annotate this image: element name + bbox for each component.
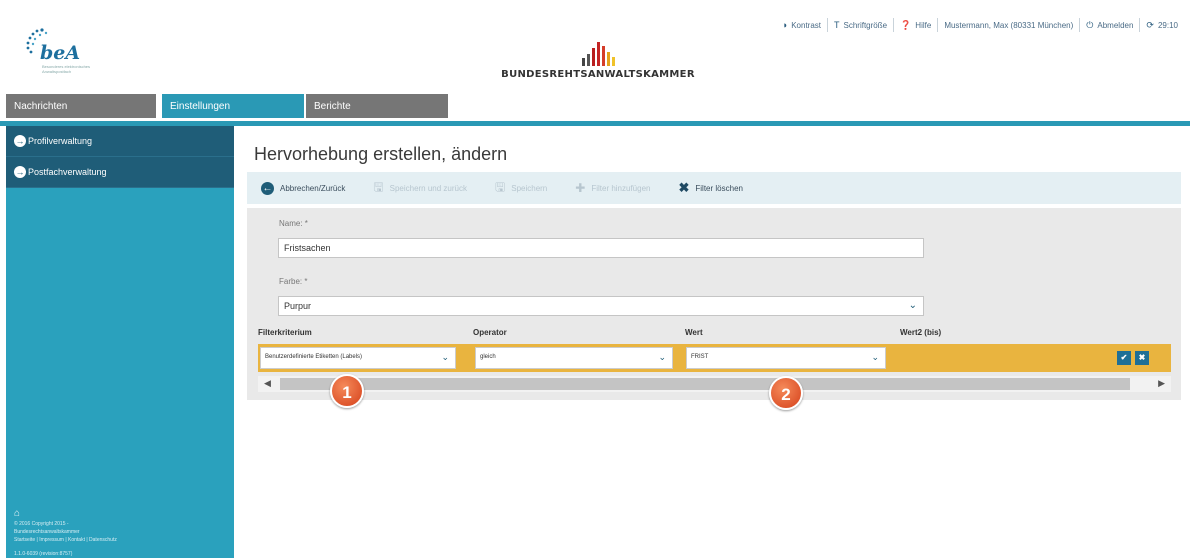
sidebar: → Profilverwaltung → Postfachverwaltung …	[6, 126, 234, 558]
user-info[interactable]: Mustermann, Max (80331 München)	[937, 18, 1079, 32]
scroll-left-icon[interactable]: ◀	[264, 378, 271, 389]
color-select[interactable]: Purpur ⌄	[278, 296, 924, 316]
name-label: Name: *	[279, 219, 308, 228]
sidebar-item-profilverwaltung[interactable]: → Profilverwaltung	[6, 126, 234, 157]
criterion-select-value: Benutzerdefinierte Etiketten (Labels)	[265, 354, 363, 360]
operator-select[interactable]: gleich ⌄	[475, 347, 673, 369]
arrow-right-circle-icon: →	[14, 135, 26, 147]
arrow-left-circle-icon: ←	[261, 181, 274, 195]
bea-logo-tagline: Besonderes elektronisches Anwaltspostfac…	[42, 64, 91, 74]
plus-icon: ✚	[575, 181, 586, 195]
font-size-label: Schriftgröße	[843, 20, 888, 30]
add-filter-label: Filter hinzufügen	[591, 183, 651, 193]
help-link[interactable]: ❓ Hilfe	[893, 18, 937, 32]
footer-org: Bundesrechtsanwaltskammer	[14, 529, 80, 535]
scrollbar-thumb[interactable]	[280, 378, 1130, 390]
delete-filter-button[interactable]: ✖ Filter löschen	[664, 180, 756, 196]
back-button[interactable]: ← Abbrechen/Zurück	[247, 181, 359, 195]
operator-select-value: gleich	[480, 354, 496, 360]
brak-eagle-icon: ⌂	[14, 508, 21, 519]
toolbar: ← Abbrechen/Zurück 🖫 Speichern und zurüc…	[247, 172, 1181, 204]
sidebar-item-label: Postfachverwaltung	[28, 167, 107, 177]
remove-filter-row-button[interactable]: ✖	[1135, 351, 1149, 365]
arrow-right-circle-icon: →	[14, 166, 26, 178]
session-timer[interactable]: ⟳ 29:10	[1139, 18, 1184, 32]
sidebar-item-postfachverwaltung[interactable]: → Postfachverwaltung	[6, 157, 234, 188]
column-header-operator: Operator	[473, 328, 507, 337]
bea-logo[interactable]: beA Besonderes elektronisches Anwaltspos…	[20, 26, 110, 74]
footer-version: 1.1.0-6039 (revision:8757)	[14, 551, 73, 557]
tab-nachrichten[interactable]: Nachrichten	[6, 94, 156, 118]
color-select-value: Purpur	[284, 301, 312, 311]
save-and-back-button[interactable]: 🖫 Speichern und zurück	[359, 178, 481, 199]
back-label: Abbrechen/Zurück	[280, 183, 346, 193]
save-and-back-label: Speichern und zurück	[389, 183, 467, 193]
callout-marker-2: 2	[769, 376, 803, 410]
chevron-down-icon: ⌄	[871, 352, 879, 362]
top-utility-bar: ◑ Kontrast T Schriftgröße ❓ Hilfe Muster…	[776, 18, 1184, 32]
value-select-value: FRIST	[691, 354, 709, 360]
name-field-value: Fristsachen	[284, 243, 331, 253]
callout-marker-1: 1	[330, 374, 364, 408]
tab-einstellungen[interactable]: Einstellungen	[162, 94, 304, 118]
main-tabs: Nachrichten Einstellungen Berichte	[0, 94, 1190, 124]
horizontal-scrollbar[interactable]: ◀ ▶	[258, 376, 1171, 392]
session-timer-label: 29:10	[1157, 20, 1178, 30]
value-select[interactable]: FRIST ⌄	[686, 347, 886, 369]
contrast-label: Kontrast	[791, 20, 821, 30]
font-size-icon: T	[834, 20, 840, 30]
power-icon: ⏻	[1086, 19, 1094, 30]
column-header-criterion: Filterkriterium	[258, 328, 312, 337]
header: beA Besonderes elektronisches Anwaltspos…	[0, 0, 1190, 94]
floppy-icon: 🖫	[373, 179, 384, 194]
footer-copyright: © 2016 Copyright 2015 -	[14, 521, 69, 527]
font-size-link[interactable]: T Schriftgröße	[827, 18, 893, 32]
refresh-icon: ⟳	[1146, 19, 1154, 30]
help-icon: ❓	[900, 19, 912, 30]
save-label: Speichern	[511, 183, 548, 193]
help-label: Hilfe	[915, 20, 932, 30]
scroll-right-icon[interactable]: ▶	[1158, 378, 1165, 389]
contrast-link[interactable]: ◑ Kontrast	[776, 18, 827, 32]
name-field[interactable]: Fristsachen	[278, 238, 924, 258]
contrast-icon: ◑	[781, 20, 788, 30]
chevron-down-icon: ⌄	[658, 352, 666, 362]
chevron-down-icon: ⌄	[908, 300, 917, 311]
user-label: Mustermann, Max (80331 München)	[944, 20, 1074, 30]
filter-row: Benutzerdefinierte Etiketten (Labels) ⌄ …	[258, 344, 1171, 372]
add-filter-button[interactable]: ✚ Filter hinzufügen	[561, 181, 664, 195]
logout-link[interactable]: ⏻ Abmelden	[1079, 18, 1139, 32]
sidebar-footer: ⌂ © 2016 Copyright 2015 - Bundesrechtsan…	[14, 508, 230, 558]
delete-filter-label: Filter löschen	[695, 183, 743, 193]
floppy-icon: 🖫	[495, 179, 506, 194]
tab-berichte[interactable]: Berichte	[306, 94, 448, 118]
brak-logo: BUNDESREHTSANWALTSKAMMER	[488, 40, 708, 86]
column-header-value2: Wert2 (bis)	[900, 328, 942, 337]
footer-links[interactable]: Startseite | Impressum | Kontakt | Daten…	[14, 536, 230, 544]
bea-logo-text: beA	[40, 42, 81, 64]
column-header-value: Wert	[685, 328, 703, 337]
close-icon: ✖	[678, 180, 690, 195]
bea-app-window: beA Besonderes elektronisches Anwaltspos…	[0, 0, 1190, 558]
criterion-select[interactable]: Benutzerdefinierte Etiketten (Labels) ⌄	[260, 347, 456, 369]
brak-bars-icon	[488, 40, 708, 66]
brak-name: BUNDESREHTSANWALTSKAMMER	[501, 69, 695, 80]
page-title: Hervorhebung erstellen, ändern	[254, 144, 508, 164]
sidebar-item-label: Profilverwaltung	[28, 136, 93, 146]
logout-label: Abmelden	[1097, 20, 1134, 30]
color-label: Farbe: *	[279, 277, 308, 286]
confirm-filter-button[interactable]: ✔	[1117, 351, 1131, 365]
chevron-down-icon: ⌄	[441, 352, 449, 362]
save-button[interactable]: 🖫 Speichern	[481, 178, 561, 199]
